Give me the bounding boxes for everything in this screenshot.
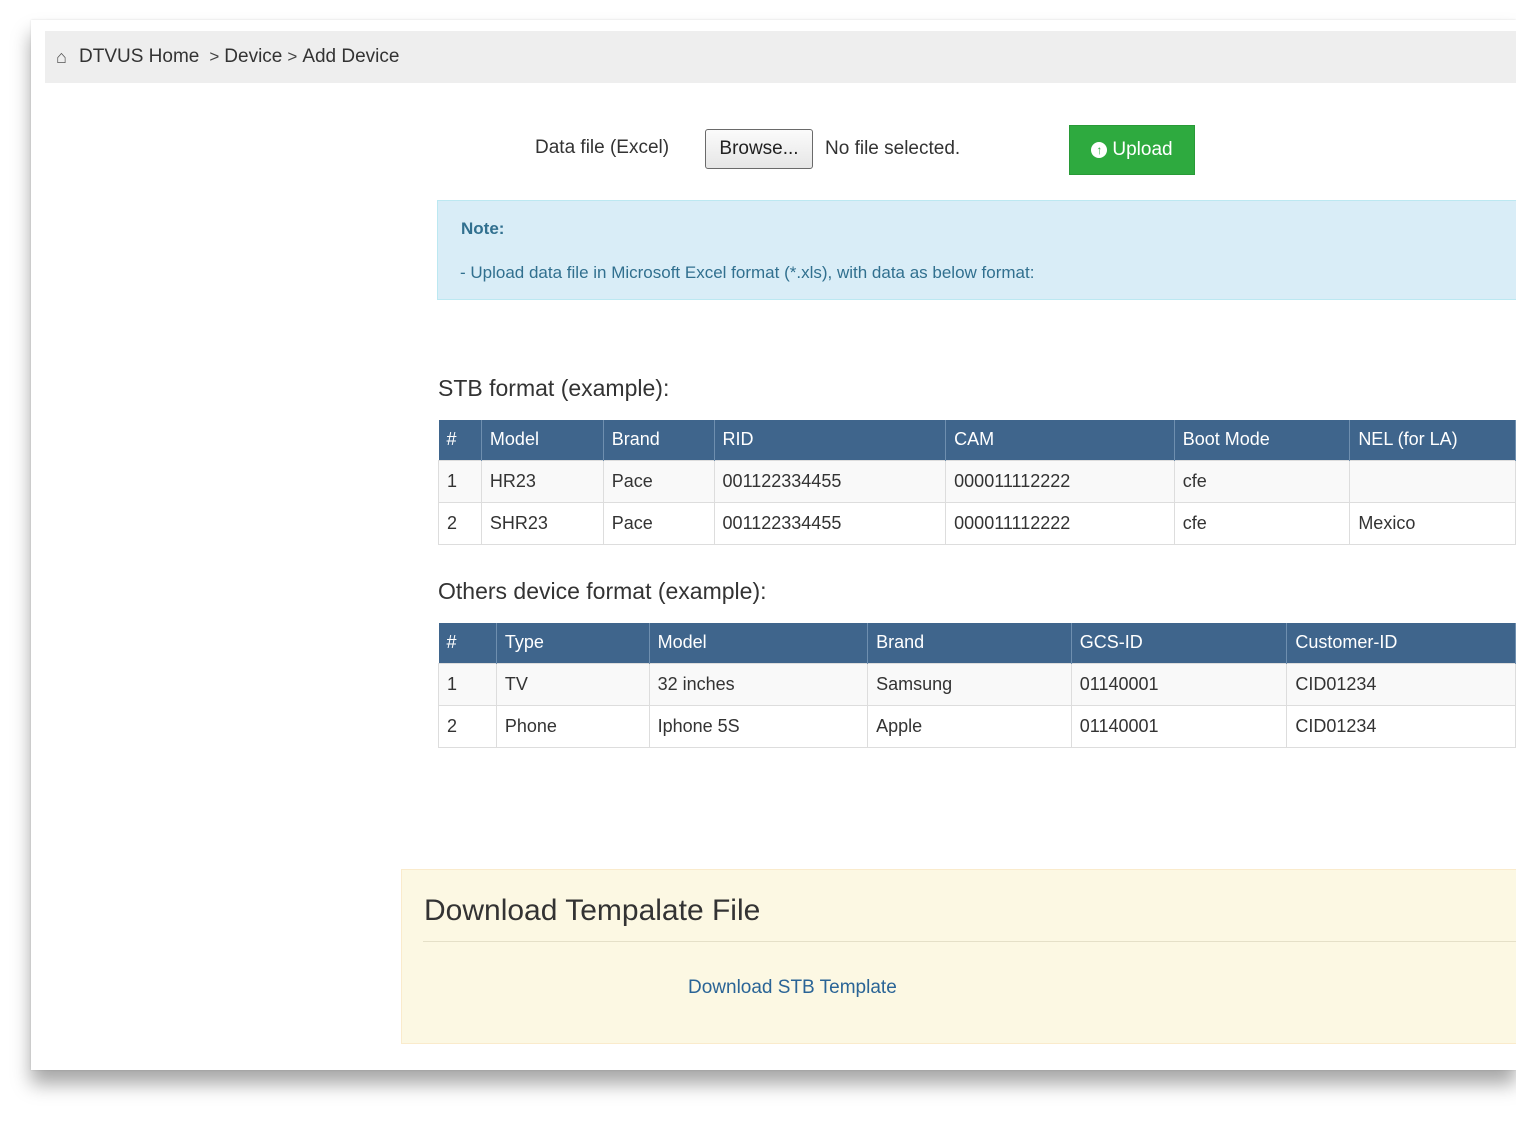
column-header: Model	[481, 420, 604, 460]
table-cell: Pace	[602, 459, 715, 503]
table-header-row: # Type Model Brand GCS-ID Customer-ID	[438, 623, 1516, 663]
table-row: 1 TV 32 inches Samsung 01140001 CID01234	[438, 662, 1516, 706]
table-cell: Apple	[867, 704, 1072, 748]
browse-button[interactable]: Browse...	[705, 129, 813, 169]
table-cell: 001122334455	[713, 459, 947, 503]
table-cell: SHR23	[480, 501, 604, 545]
table-cell: Samsung	[867, 662, 1072, 706]
table-cell: CID01234	[1286, 704, 1516, 748]
column-header: CAM	[945, 420, 1175, 460]
column-header: Model	[649, 623, 869, 663]
note-text: - Upload data file in Microsoft Excel fo…	[460, 263, 1035, 282]
table-cell: 000011112222	[945, 501, 1175, 545]
download-panel-title: Download Tempalate File	[424, 894, 761, 927]
column-header: Boot Mode	[1174, 420, 1351, 460]
column-header: GCS-ID	[1071, 623, 1288, 663]
column-header: Brand	[603, 420, 715, 460]
download-template-panel: Download Tempalate File Download STB Tem…	[401, 869, 1516, 1044]
home-icon: ⌂	[56, 46, 67, 67]
table-cell: CID01234	[1286, 662, 1516, 706]
table-row: 1 HR23 Pace 001122334455 000011112222 cf…	[438, 459, 1516, 503]
table-cell: 2	[438, 501, 482, 545]
upload-button[interactable]: ↑ Upload	[1069, 125, 1195, 175]
note-title: Note:	[461, 219, 505, 238]
table-cell: 32 inches	[648, 662, 869, 706]
file-status-text: No file selected.	[825, 138, 961, 159]
panel-divider	[423, 941, 1516, 942]
others-format-table: # Type Model Brand GCS-ID Customer-ID 1 …	[438, 623, 1516, 748]
data-file-label: Data file (Excel)	[535, 137, 670, 158]
table-cell: 01140001	[1070, 704, 1288, 748]
table-cell: 2	[438, 704, 497, 748]
table-cell: Phone	[495, 704, 650, 748]
table-row: 2 SHR23 Pace 001122334455 000011112222 c…	[438, 501, 1516, 545]
table-header-row: # Model Brand RID CAM Boot Mode NEL (for…	[438, 420, 1516, 460]
column-header: #	[438, 623, 497, 663]
breadcrumb-separator: >	[287, 47, 298, 66]
table-cell: Mexico	[1349, 501, 1516, 545]
breadcrumb-device-link[interactable]: Device	[224, 46, 282, 68]
table-cell: Pace	[602, 501, 715, 545]
table-row: 2 Phone Iphone 5S Apple 01140001 CID0123…	[438, 704, 1516, 748]
circle-arrow-up-icon: ↑	[1091, 142, 1108, 158]
column-header: NEL (for LA)	[1349, 420, 1516, 460]
column-header: RID	[714, 420, 947, 460]
column-header: Customer-ID	[1286, 623, 1516, 663]
breadcrumb: ⌂ DTVUS Home > Device > Add Device	[45, 31, 1516, 83]
table-cell: 1	[438, 459, 482, 503]
upload-button-label: Upload	[1112, 139, 1173, 160]
stb-format-table: # Model Brand RID CAM Boot Mode NEL (for…	[438, 420, 1516, 545]
table-cell: cfe	[1173, 501, 1351, 545]
table-cell	[1349, 459, 1516, 503]
breadcrumb-home-link[interactable]: DTVUS Home	[79, 46, 199, 68]
stb-format-title: STB format (example):	[438, 375, 670, 401]
table-cell: HR23	[480, 459, 604, 503]
column-header: Brand	[867, 623, 1072, 663]
table-cell: 1	[438, 662, 497, 706]
download-stb-template-link[interactable]: Download STB Template	[688, 977, 897, 999]
app-window: ⌂ DTVUS Home > Device > Add Device Data …	[31, 20, 1516, 1070]
breadcrumb-separator: >	[209, 47, 220, 66]
table-cell: 000011112222	[945, 459, 1175, 503]
table-cell: 001122334455	[713, 501, 947, 545]
column-header: #	[438, 420, 482, 460]
column-header: Type	[496, 623, 650, 663]
table-cell: 01140001	[1070, 662, 1288, 706]
breadcrumb-current-page: Add Device	[302, 46, 400, 67]
note-alert: Note: - Upload data file in Microsoft Ex…	[437, 200, 1516, 300]
upload-form: Data file (Excel) Browse... No file sele…	[31, 124, 1516, 175]
table-cell: Iphone 5S	[648, 704, 869, 748]
table-cell: TV	[495, 662, 650, 706]
others-format-title: Others device format (example):	[438, 578, 767, 604]
table-cell: cfe	[1173, 459, 1351, 503]
